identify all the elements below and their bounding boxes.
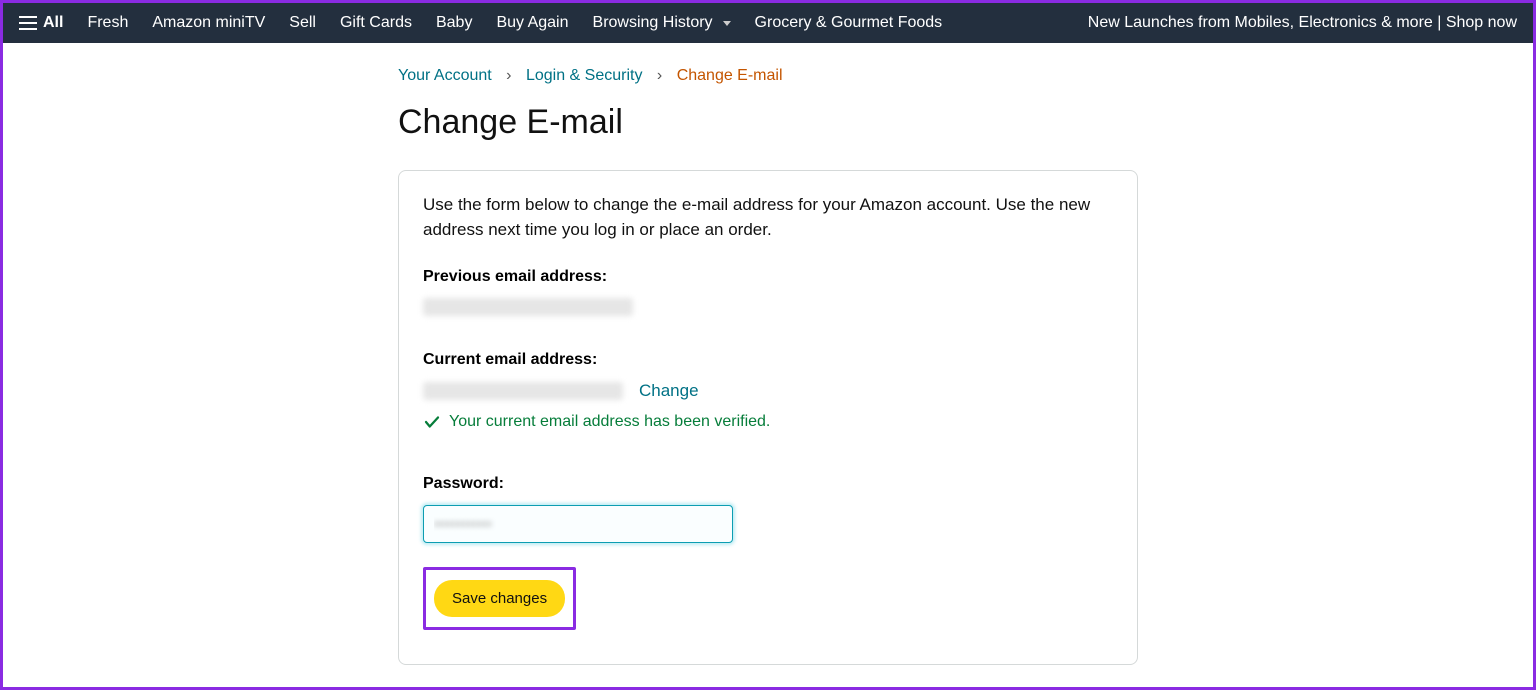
current-email-value <box>423 382 623 400</box>
nav-item-sell[interactable]: Sell <box>289 14 316 32</box>
previous-email-block: Previous email address: <box>423 268 1113 321</box>
nav-item-fresh[interactable]: Fresh <box>87 14 128 32</box>
change-email-card: Use the form below to change the e-mail … <box>398 170 1138 665</box>
save-highlight-box: Save changes <box>423 567 576 630</box>
previous-email-label: Previous email address: <box>423 268 1113 286</box>
nav-item-giftcards[interactable]: Gift Cards <box>340 14 412 32</box>
nav-all-label: All <box>43 14 63 32</box>
hamburger-icon <box>19 16 37 30</box>
change-email-link[interactable]: Change <box>639 381 699 401</box>
nav-item-baby[interactable]: Baby <box>436 14 472 32</box>
chevron-down-icon <box>723 21 731 26</box>
check-icon <box>423 413 441 431</box>
password-input[interactable] <box>423 505 733 543</box>
breadcrumb-sep: › <box>657 67 662 84</box>
top-nav: All Fresh Amazon miniTV Sell Gift Cards … <box>3 3 1533 43</box>
breadcrumb-current: Change E-mail <box>677 67 783 84</box>
save-changes-button[interactable]: Save changes <box>434 580 565 617</box>
nav-promo-link[interactable]: New Launches from Mobiles, Electronics &… <box>1088 14 1517 32</box>
nav-item-buyagain[interactable]: Buy Again <box>496 14 568 32</box>
previous-email-value <box>423 298 633 316</box>
nav-all[interactable]: All <box>19 14 63 32</box>
breadcrumb: Your Account › Login & Security › Change… <box>398 67 1138 85</box>
page-title: Change E-mail <box>398 103 1138 142</box>
top-nav-left: All Fresh Amazon miniTV Sell Gift Cards … <box>19 14 942 32</box>
intro-text: Use the form below to change the e-mail … <box>423 193 1113 242</box>
current-email-row: Change <box>423 381 1113 401</box>
verified-message: Your current email address has been veri… <box>423 413 1113 431</box>
password-block: Password: <box>423 475 1113 543</box>
verified-text: Your current email address has been veri… <box>449 413 770 431</box>
nav-item-grocery[interactable]: Grocery & Gourmet Foods <box>755 14 943 32</box>
breadcrumb-login-security[interactable]: Login & Security <box>526 67 643 84</box>
nav-item-browsing-history[interactable]: Browsing History <box>593 14 731 32</box>
nav-item-minitv[interactable]: Amazon miniTV <box>152 14 265 32</box>
main-content: Your Account › Login & Security › Change… <box>398 43 1138 665</box>
password-label: Password: <box>423 475 1113 493</box>
breadcrumb-sep: › <box>506 67 511 84</box>
current-email-label: Current email address: <box>423 351 1113 369</box>
breadcrumb-your-account[interactable]: Your Account <box>398 67 492 84</box>
